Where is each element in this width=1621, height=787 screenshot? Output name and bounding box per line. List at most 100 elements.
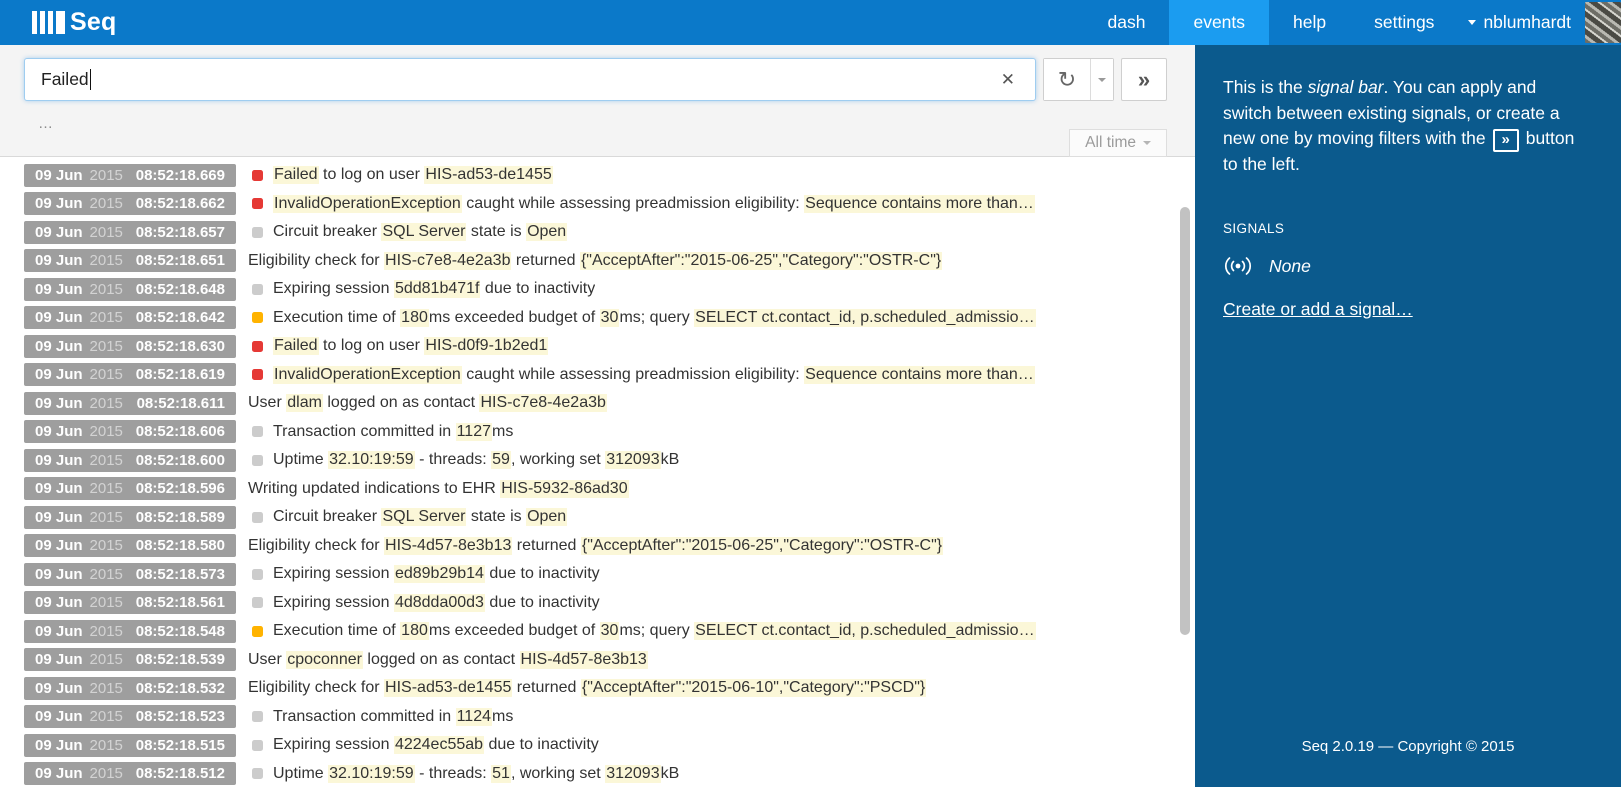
top-nav: dash events help settings nblumhardt xyxy=(1084,0,1621,45)
level-indicator-error xyxy=(252,369,263,381)
message-text: Execution time of xyxy=(273,622,401,640)
highlighted-token: Failed xyxy=(273,166,319,185)
event-row[interactable]: 09 Jun 2015 08:52:18.532 Eligibility check … xyxy=(0,674,1195,703)
message-text: kB xyxy=(660,764,680,782)
timestamp-badge: 09 Jun 2015 08:52:18.573 xyxy=(24,562,236,586)
message-text: Circuit breaker xyxy=(273,223,382,241)
event-row[interactable]: 09 Jun 2015 08:52:18.630 Failed to log on u… xyxy=(0,332,1195,361)
timestamp-badge: 09 Jun 2015 08:52:18.548 xyxy=(24,619,236,643)
create-signal-link[interactable]: Create or add a signal… xyxy=(1223,299,1413,320)
event-row[interactable]: 09 Jun 2015 08:52:18.606 Transaction commit… xyxy=(0,418,1195,447)
event-row[interactable]: 09 Jun 2015 08:52:18.662 InvalidOperationEx… xyxy=(0,190,1195,219)
level-indicator-debug xyxy=(252,711,263,723)
highlighted-token: SQL Server xyxy=(381,223,467,242)
message-text: due to inactivity xyxy=(484,736,599,754)
double-chevron-right-icon: » xyxy=(1492,129,1519,152)
message-text: logged on as contact xyxy=(362,650,520,668)
highlighted-token: 59 xyxy=(491,451,511,470)
event-row[interactable]: 09 Jun 2015 08:52:18.669 Failed to log on u… xyxy=(0,161,1195,190)
message-text: ms exceeded budget of xyxy=(428,622,600,640)
signal-none-row: None xyxy=(1223,256,1587,277)
event-row[interactable]: 09 Jun 2015 08:52:18.589 Circuit breaker SQ… xyxy=(0,503,1195,532)
highlighted-token: 30 xyxy=(599,308,620,327)
event-row[interactable]: 09 Jun 2015 08:52:18.619 InvalidOperationEx… xyxy=(0,361,1195,390)
refresh-options-button[interactable] xyxy=(1090,59,1113,100)
seq-logo[interactable]: Seq xyxy=(0,0,116,45)
avatar[interactable] xyxy=(1585,2,1621,43)
highlighted-token: 32.10:19:59 xyxy=(328,764,415,783)
highlighted-token: 32.10:19:59 xyxy=(328,451,415,470)
event-message: Expiring session ed89b29b14 due to inact… xyxy=(273,565,600,584)
events-main: Failed ✕ ↻ » … All time 09 Jun 2015 08:52:… xyxy=(0,45,1195,787)
message-text: state is xyxy=(466,223,527,241)
highlighted-token: Open xyxy=(526,508,568,527)
message-text: - threads: xyxy=(414,764,492,782)
filter-history-toggle[interactable]: … xyxy=(38,115,1167,132)
event-row[interactable]: 09 Jun 2015 08:52:18.539 User cpoconner log… xyxy=(0,646,1195,675)
message-text: caught while assessing preadmission elig… xyxy=(461,194,805,212)
highlighted-token: HIS-4d57-8e3b13 xyxy=(519,650,648,669)
event-message: User dlam logged on as contact HIS-c7e8-… xyxy=(248,394,607,413)
highlighted-token: 180 xyxy=(400,622,429,641)
level-indicator-error xyxy=(252,169,263,181)
timestamp-badge: 09 Jun 2015 08:52:18.589 xyxy=(24,505,236,529)
event-message: Transaction committed in 1127ms xyxy=(273,422,513,441)
timestamp-badge: 09 Jun 2015 08:52:18.642 xyxy=(24,306,236,330)
event-row[interactable]: 09 Jun 2015 08:52:18.512 Uptime 32.10:19:59… xyxy=(0,760,1195,787)
message-text: Expiring session xyxy=(273,280,394,298)
message-text: , working set xyxy=(510,451,606,469)
highlighted-token: HIS-4d57-8e3b13 xyxy=(384,536,513,555)
highlighted-token: 4d8dda00d3 xyxy=(393,593,485,612)
events-scrollbar-thumb[interactable] xyxy=(1180,207,1190,635)
nav-events[interactable]: events xyxy=(1169,0,1270,45)
highlighted-token: Sequence contains more than… xyxy=(804,194,1035,213)
event-row[interactable]: 09 Jun 2015 08:52:18.600 Uptime 32.10:19:59… xyxy=(0,446,1195,475)
account-menu[interactable]: nblumhardt xyxy=(1458,0,1585,45)
refresh-button[interactable]: ↻ xyxy=(1044,59,1090,100)
level-indicator-debug xyxy=(252,283,263,295)
message-text: - threads: xyxy=(414,451,492,469)
nav-help[interactable]: help xyxy=(1269,0,1350,45)
nav-dash[interactable]: dash xyxy=(1084,0,1170,45)
nav-settings[interactable]: settings xyxy=(1350,0,1458,45)
clear-search-icon[interactable]: ✕ xyxy=(995,66,1021,94)
message-text: ms xyxy=(492,707,514,725)
message-text: Uptime xyxy=(273,764,329,782)
event-row[interactable]: 09 Jun 2015 08:52:18.642 Execution time of … xyxy=(0,304,1195,333)
event-message: Eligibility check for HIS-c7e8-4e2a3b re… xyxy=(248,251,943,270)
highlighted-token: HIS-c7e8-4e2a3b xyxy=(479,394,607,413)
event-row[interactable]: 09 Jun 2015 08:52:18.611 User dlam logged o… xyxy=(0,389,1195,418)
event-row[interactable]: 09 Jun 2015 08:52:18.657 Circuit breaker SQ… xyxy=(0,218,1195,247)
event-row[interactable]: 09 Jun 2015 08:52:18.523 Transaction commit… xyxy=(0,703,1195,732)
timestamp-badge: 09 Jun 2015 08:52:18.532 xyxy=(24,676,236,700)
signals-heading: SIGNALS xyxy=(1223,220,1285,236)
event-row[interactable]: 09 Jun 2015 08:52:18.651 Eligibility check … xyxy=(0,247,1195,276)
message-text: Eligibility check for xyxy=(248,679,385,697)
event-row[interactable]: 09 Jun 2015 08:52:18.573 Expiring session e… xyxy=(0,560,1195,589)
event-row[interactable]: 09 Jun 2015 08:52:18.548 Execution time of … xyxy=(0,617,1195,646)
highlighted-token: HIS-ad53-de1455 xyxy=(424,166,553,185)
highlighted-token: 30 xyxy=(599,622,620,641)
event-row[interactable]: 09 Jun 2015 08:52:18.561 Expiring session 4… xyxy=(0,589,1195,618)
highlighted-token: cpoconner xyxy=(286,650,363,669)
promote-filter-button[interactable]: » xyxy=(1121,58,1167,101)
message-text: Circuit breaker xyxy=(273,508,382,526)
level-indicator-debug xyxy=(252,454,263,466)
seq-logo-text: Seq xyxy=(70,8,117,36)
message-text: Uptime xyxy=(273,451,329,469)
highlighted-token: 5dd81b471f xyxy=(393,280,481,299)
event-row[interactable]: 09 Jun 2015 08:52:18.515 Expiring session 4… xyxy=(0,731,1195,760)
search-input[interactable]: Failed ✕ xyxy=(24,58,1036,101)
time-range-dropdown[interactable]: All time xyxy=(1069,129,1167,157)
chevron-down-icon xyxy=(1098,77,1106,82)
event-message: Expiring session 5dd81b471f due to inact… xyxy=(273,280,595,299)
highlighted-token: Failed xyxy=(273,337,319,356)
message-text: Expiring session xyxy=(273,736,394,754)
message-text: kB xyxy=(660,451,680,469)
search-header: Failed ✕ ↻ » … All time xyxy=(0,45,1195,157)
timestamp-badge: 09 Jun 2015 08:52:18.630 xyxy=(24,334,236,358)
event-row[interactable]: 09 Jun 2015 08:52:18.648 Expiring session 5… xyxy=(0,275,1195,304)
message-text: to log on user xyxy=(318,337,425,355)
event-row[interactable]: 09 Jun 2015 08:52:18.596 Writing updated in… xyxy=(0,475,1195,504)
event-row[interactable]: 09 Jun 2015 08:52:18.580 Eligibility check … xyxy=(0,532,1195,561)
